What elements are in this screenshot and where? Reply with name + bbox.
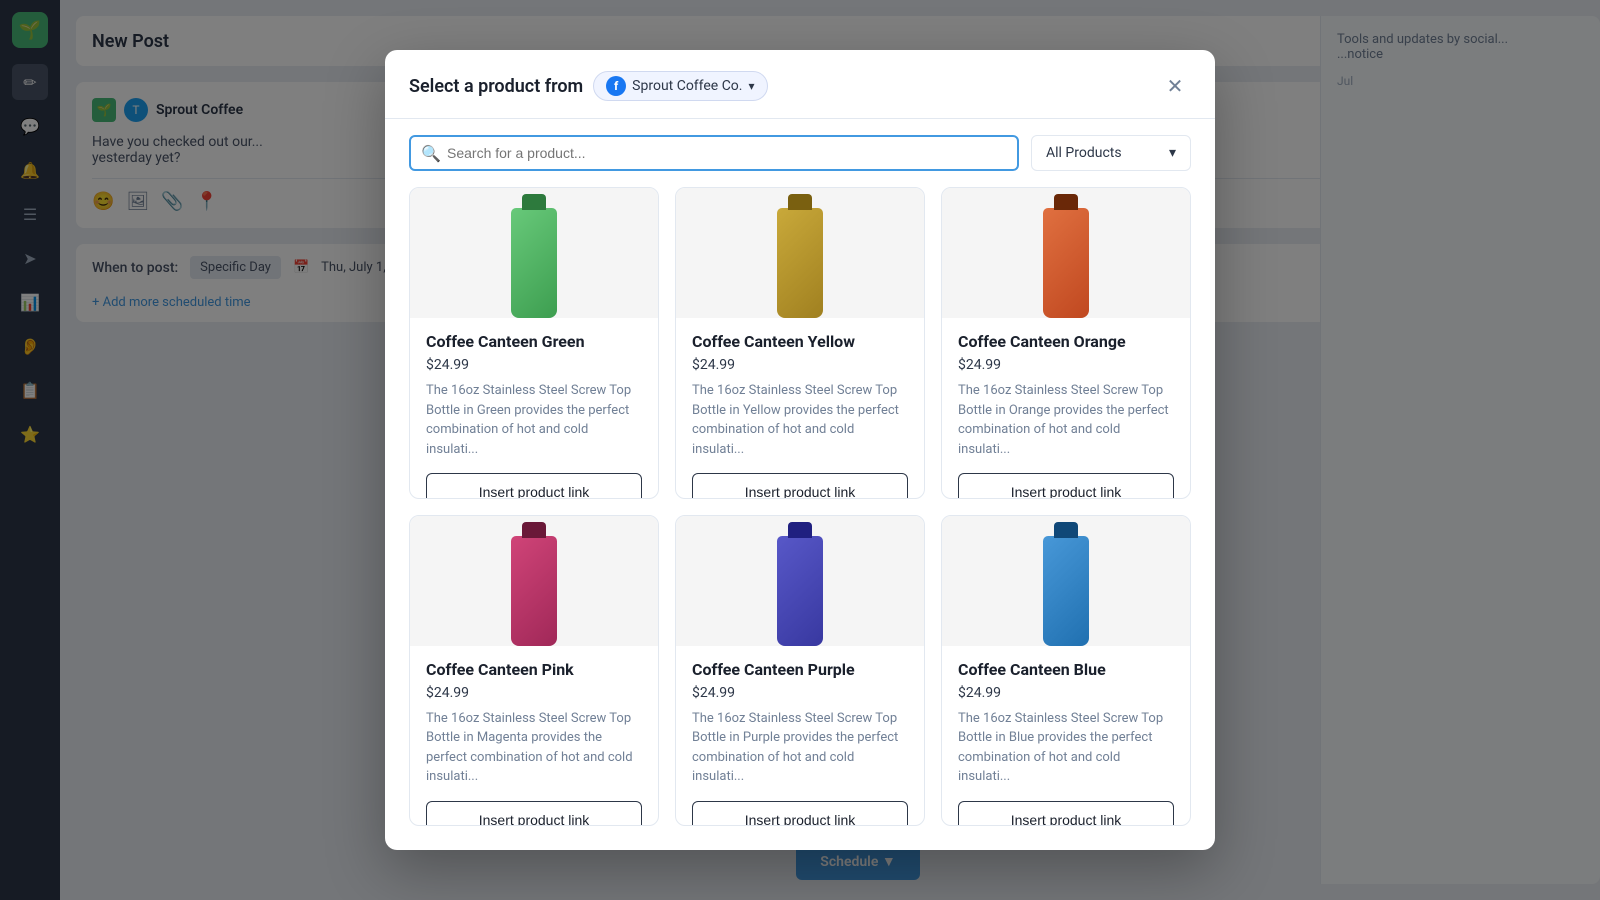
filter-chevron-icon: ▾ [1169,145,1176,161]
products-grid: Coffee Canteen Green $24.99 The 16oz Sta… [385,187,1215,850]
insert-link-button-orange[interactable]: Insert product link [958,473,1174,499]
product-card-blue: Coffee Canteen Blue $24.99 The 16oz Stai… [941,515,1191,827]
product-name-blue: Coffee Canteen Blue [958,660,1174,679]
search-icon: 🔍 [421,144,441,163]
product-info-pink: Coffee Canteen Pink $24.99 The 16oz Stai… [410,646,658,801]
filter-label: All Products [1046,145,1122,161]
filter-dropdown[interactable]: All Products ▾ [1031,135,1191,171]
product-desc-green: The 16oz Stainless Steel Screw Top Bottl… [426,381,642,459]
product-price-yellow: $24.99 [692,357,908,373]
product-name-pink: Coffee Canteen Pink [426,660,642,679]
chevron-down-icon: ▾ [748,79,754,93]
product-image-blue [942,516,1190,646]
product-desc-pink: The 16oz Stainless Steel Screw Top Bottl… [426,709,642,787]
insert-link-button-purple[interactable]: Insert product link [692,801,908,827]
product-card-yellow: Coffee Canteen Yellow $24.99 The 16oz St… [675,187,925,499]
insert-link-button-yellow[interactable]: Insert product link [692,473,908,499]
insert-link-button-green[interactable]: Insert product link [426,473,642,499]
product-price-pink: $24.99 [426,685,642,701]
product-desc-orange: The 16oz Stainless Steel Screw Top Bottl… [958,381,1174,459]
product-price-green: $24.99 [426,357,642,373]
product-info-purple: Coffee Canteen Purple $24.99 The 16oz St… [676,646,924,801]
store-selector[interactable]: f Sprout Coffee Co. ▾ [593,71,767,101]
search-input[interactable] [409,135,1019,171]
modal-search-row: 🔍 All Products ▾ [385,119,1215,187]
store-name: Sprout Coffee Co. [632,78,742,94]
product-card-green: Coffee Canteen Green $24.99 The 16oz Sta… [409,187,659,499]
product-card-pink: Coffee Canteen Pink $24.99 The 16oz Stai… [409,515,659,827]
facebook-icon: f [606,76,626,96]
modal-close-button[interactable]: ✕ [1159,70,1191,102]
product-desc-purple: The 16oz Stainless Steel Screw Top Bottl… [692,709,908,787]
product-image-yellow [676,188,924,318]
product-info-orange: Coffee Canteen Orange $24.99 The 16oz St… [942,318,1190,473]
product-price-orange: $24.99 [958,357,1174,373]
product-name-yellow: Coffee Canteen Yellow [692,332,908,351]
product-price-blue: $24.99 [958,685,1174,701]
product-info-green: Coffee Canteen Green $24.99 The 16oz Sta… [410,318,658,473]
product-name-green: Coffee Canteen Green [426,332,642,351]
insert-link-button-blue[interactable]: Insert product link [958,801,1174,827]
product-select-modal: Select a product from f Sprout Coffee Co… [385,50,1215,850]
modal-title: Select a product from [409,76,583,97]
product-name-orange: Coffee Canteen Orange [958,332,1174,351]
modal-title-row: Select a product from f Sprout Coffee Co… [409,71,768,101]
product-price-purple: $24.99 [692,685,908,701]
product-image-purple [676,516,924,646]
modal-overlay: Select a product from f Sprout Coffee Co… [0,0,1600,900]
product-image-green [410,188,658,318]
modal-header: Select a product from f Sprout Coffee Co… [385,50,1215,119]
product-info-blue: Coffee Canteen Blue $24.99 The 16oz Stai… [942,646,1190,801]
product-card-purple: Coffee Canteen Purple $24.99 The 16oz St… [675,515,925,827]
product-card-orange: Coffee Canteen Orange $24.99 The 16oz St… [941,187,1191,499]
product-desc-blue: The 16oz Stainless Steel Screw Top Bottl… [958,709,1174,787]
product-image-orange [942,188,1190,318]
product-image-pink [410,516,658,646]
search-input-wrap: 🔍 [409,135,1019,171]
product-name-purple: Coffee Canteen Purple [692,660,908,679]
insert-link-button-pink[interactable]: Insert product link [426,801,642,827]
product-info-yellow: Coffee Canteen Yellow $24.99 The 16oz St… [676,318,924,473]
product-desc-yellow: The 16oz Stainless Steel Screw Top Bottl… [692,381,908,459]
